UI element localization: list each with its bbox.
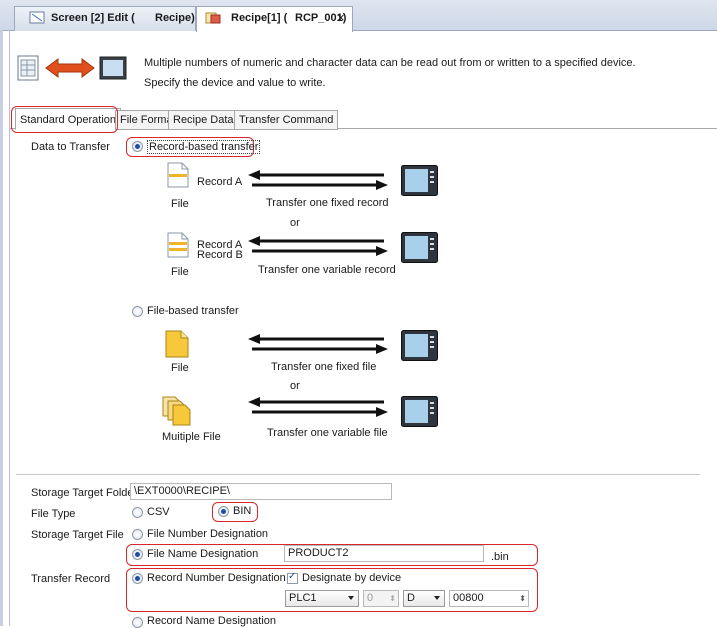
file-name-radio[interactable] [132, 549, 143, 560]
record-based-label[interactable]: Record-based transfer [147, 140, 261, 154]
variable-file-text: Transfer one variable file [267, 427, 388, 439]
file-number-radio[interactable] [132, 529, 143, 540]
bin-label[interactable]: BIN [233, 505, 251, 517]
file-based-radio[interactable] [132, 306, 143, 317]
monitor-icon [401, 165, 438, 196]
tab-recipe-label: Recipe[1] ( [231, 12, 288, 24]
highlight-standard-operation [11, 106, 118, 133]
variable-record-text: Transfer one variable record [258, 264, 396, 276]
designate-by-device-label[interactable]: Designate by device [302, 572, 401, 584]
plc-select[interactable]: PLC1 [285, 590, 359, 607]
or-label-2: or [290, 380, 300, 392]
csv-radio[interactable] [132, 507, 143, 518]
spinner-icon: ⬍ [389, 594, 396, 603]
bin-radio[interactable] [218, 506, 229, 517]
recipe-icon [205, 12, 221, 24]
double-arrow-icon [45, 58, 95, 78]
designate-by-device-checkbox[interactable] [287, 571, 298, 584]
address-value: 00800 [453, 592, 484, 604]
record-file-multi-icon [167, 232, 189, 258]
yellow-file-icon [165, 330, 189, 358]
file-name-field[interactable]: PRODUCT2 [284, 545, 484, 562]
record-file-icon [167, 162, 189, 188]
fixed-file-text: Transfer one fixed file [271, 361, 377, 373]
record-number-radio[interactable] [132, 573, 143, 584]
chevron-down-icon [348, 596, 354, 600]
description-line-2: Specify the device and value to write. [144, 77, 326, 89]
record-a-label: Record A [197, 176, 243, 188]
tab-transfer-command[interactable]: Transfer Command [234, 110, 339, 130]
tab-close-icon[interactable]: × [337, 7, 345, 29]
bidirectional-arrow-icon [248, 397, 388, 417]
tab-recipe[interactable]: Recipe[1] ( RCP_001) × [196, 6, 353, 32]
transfer-overview-icon [17, 55, 127, 81]
table-file-icon [17, 55, 39, 81]
csv-label[interactable]: CSV [147, 506, 170, 518]
device-type-value: D [407, 592, 415, 604]
spinner-icon[interactable]: ⬍ [519, 591, 526, 606]
monitor-icon [401, 330, 438, 361]
file-label-3: File [171, 362, 189, 374]
file-number-label[interactable]: File Number Designation [147, 528, 268, 540]
address-field[interactable]: 00800 ⬍ [449, 590, 529, 607]
section-divider [16, 474, 700, 475]
storage-target-file-label: Storage Target File [31, 529, 124, 541]
file-extension: .bin [491, 551, 509, 563]
bidirectional-arrow-icon [248, 170, 388, 190]
chevron-down-icon [434, 596, 440, 600]
plc-select-value: PLC1 [289, 592, 317, 604]
device-type-select[interactable]: D [403, 590, 445, 607]
tab-screen-edit-label2: Recipe) [155, 12, 195, 24]
storage-folder-label: Storage Target Folder [31, 487, 138, 499]
record-b-label: Record B [197, 249, 243, 261]
left-frame-line [9, 30, 10, 626]
record-name-label[interactable]: Record Name Designation [147, 615, 276, 627]
tab-screen-edit-label: Screen [2] Edit ( [51, 12, 135, 24]
record-number-label[interactable]: Record Number Designation [147, 572, 286, 584]
file-name-label[interactable]: File Name Designation [147, 548, 258, 560]
file-label-1: File [171, 198, 189, 210]
station-field[interactable]: 0 ⬍ [363, 590, 399, 607]
multiple-file-label: Muitiple File [162, 431, 221, 443]
screen-icon [29, 11, 45, 24]
or-label-1: or [290, 217, 300, 229]
tab-recipe-data[interactable]: Recipe Data [168, 110, 239, 130]
monitor-icon [99, 56, 127, 80]
left-frame [0, 30, 3, 626]
transfer-record-label: Transfer Record [31, 573, 111, 585]
description-line-1: Multiple numbers of numeric and characte… [144, 57, 636, 69]
station-value: 0 [367, 592, 374, 604]
storage-folder-field[interactable]: \EXT0000\RECIPE\ [130, 483, 392, 500]
bidirectional-arrow-icon [248, 236, 388, 256]
file-based-label[interactable]: File-based transfer [147, 305, 239, 317]
file-type-label: File Type [31, 508, 76, 520]
multiple-file-icon [162, 396, 191, 426]
monitor-icon [401, 396, 438, 427]
file-label-2: File [171, 266, 189, 278]
data-to-transfer-label: Data to Transfer [31, 141, 110, 153]
tab-screen-edit[interactable]: Screen [2] Edit ( Recipe) [14, 6, 196, 31]
bidirectional-arrow-icon [248, 334, 388, 354]
record-name-radio[interactable] [132, 617, 143, 628]
fixed-record-text: Transfer one fixed record [266, 197, 389, 209]
monitor-icon [401, 232, 438, 263]
record-based-radio[interactable] [132, 141, 143, 152]
document-tab-strip: Screen [2] Edit ( Recipe) Recipe[1] ( RC… [0, 0, 717, 32]
